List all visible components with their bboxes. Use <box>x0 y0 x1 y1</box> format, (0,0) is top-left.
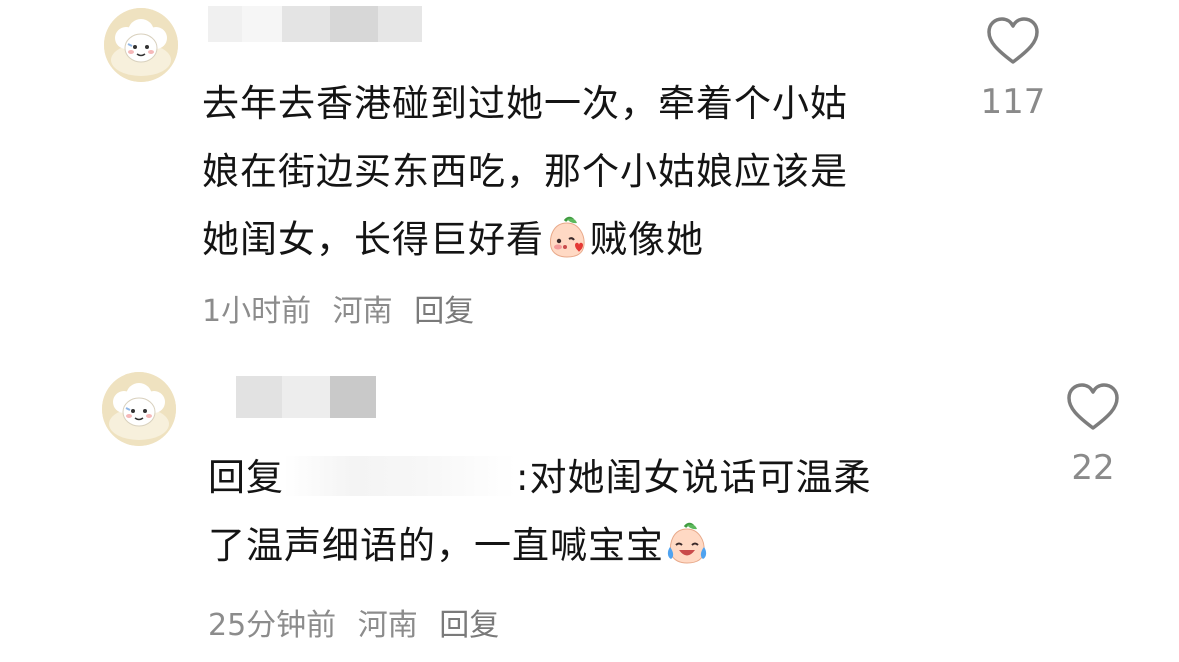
user-avatar[interactable] <box>102 372 176 446</box>
comment-line: 了温声细语的，一直喊宝宝 <box>208 512 871 580</box>
comment-line: 回复 :对她闺女说话可温柔 <box>208 444 871 512</box>
reply-prefix: 回复 <box>208 456 284 499</box>
mention-redacted[interactable] <box>284 456 516 496</box>
reply-button[interactable]: 回复 <box>439 608 499 643</box>
comment-location: 河南 <box>357 608 418 643</box>
cartoon-sheep-avatar <box>102 372 176 446</box>
crying-laughing-peach-emoji <box>665 521 709 565</box>
like-button[interactable]: 22 <box>1048 382 1138 488</box>
username-redacted[interactable] <box>236 376 376 418</box>
comment-meta: 25分钟前 河南 回复 <box>208 600 511 644</box>
heart-outline-icon <box>1067 383 1119 430</box>
comment-line-text: :对她闺女说话可温柔 <box>516 456 872 499</box>
like-count: 22 <box>1071 448 1115 488</box>
comment-line-text: 了温声细语的，一直喊宝宝 <box>208 524 664 567</box>
comment-time: 25分钟前 <box>208 608 337 643</box>
comment-item-2: 回复 :对她闺女说话可温柔 了温声细语的，一直喊宝宝 25分钟前 河南 回复 22 <box>0 0 1179 662</box>
comment-text: 回复 :对她闺女说话可温柔 了温声细语的，一直喊宝宝 <box>208 444 871 580</box>
